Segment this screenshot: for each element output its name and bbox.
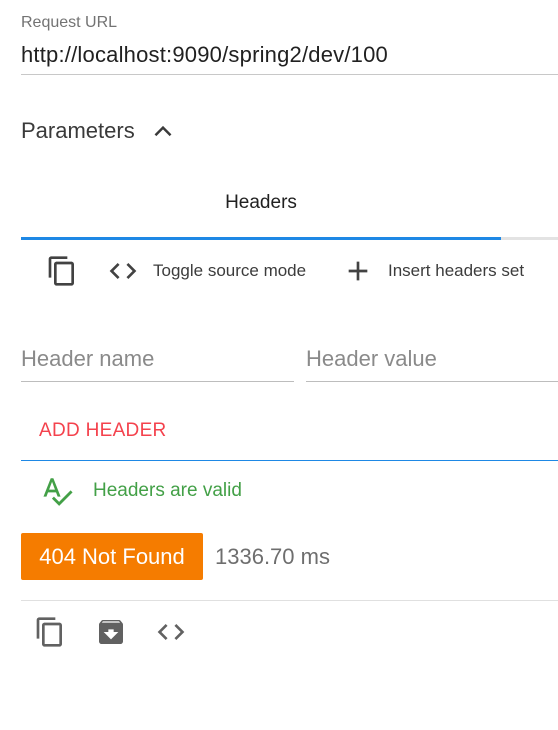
headers-validation: Headers are valid: [40, 474, 242, 508]
plus-icon: [348, 261, 368, 281]
header-value-underline: [306, 381, 558, 382]
response-actions: [0, 608, 558, 656]
toggle-source-mode-button[interactable]: Toggle source mode: [107, 248, 306, 294]
tab-track: [501, 237, 558, 240]
code-icon: [109, 263, 137, 279]
header-name-input[interactable]: [21, 336, 294, 380]
save-response-button[interactable]: [91, 612, 131, 652]
request-url-underline: [21, 74, 558, 75]
add-header-button[interactable]: ADD HEADER: [39, 420, 167, 442]
response-divider: [21, 600, 558, 601]
header-name-field: [21, 336, 294, 382]
insert-headers-set-label: Insert headers set: [388, 261, 525, 280]
copy-icon: [48, 256, 74, 286]
insert-headers-set-button[interactable]: Insert headers set: [342, 248, 524, 294]
request-editor: Request URL http://localhost:9090/spring…: [0, 0, 558, 730]
toggle-source-mode-label: Toggle source mode: [153, 261, 307, 280]
view-source-button[interactable]: [151, 612, 191, 652]
status-badge: 404 Not Found: [21, 533, 203, 580]
copy-response-button[interactable]: [30, 612, 70, 652]
response-time: 1336.70 ms: [215, 544, 330, 569]
header-value-field: [306, 336, 558, 382]
header-value-input[interactable]: [306, 336, 558, 380]
header-name-underline: [21, 381, 294, 382]
add-header-divider: [21, 460, 558, 461]
parameters-label: Parameters: [21, 118, 135, 143]
headers-validation-text: Headers are valid: [93, 480, 242, 501]
copy-icon: [36, 617, 62, 647]
archive-download-icon: [99, 620, 123, 644]
parameters-toggle[interactable]: Parameters: [21, 118, 173, 144]
copy-headers-button[interactable]: [46, 248, 78, 294]
tab-headers[interactable]: Headers: [21, 180, 501, 240]
headers-toolbar: Toggle source mode Insert headers set: [0, 248, 558, 296]
tab-selected-indicator: [21, 237, 501, 240]
tab-headers-label: Headers: [225, 192, 297, 213]
code-icon: [157, 624, 185, 640]
chevron-up-icon: [154, 125, 172, 137]
spellcheck-icon: [43, 478, 73, 506]
request-url-value[interactable]: http://localhost:9090/spring2/dev/100: [21, 42, 388, 68]
request-url-label: Request URL: [21, 14, 118, 31]
